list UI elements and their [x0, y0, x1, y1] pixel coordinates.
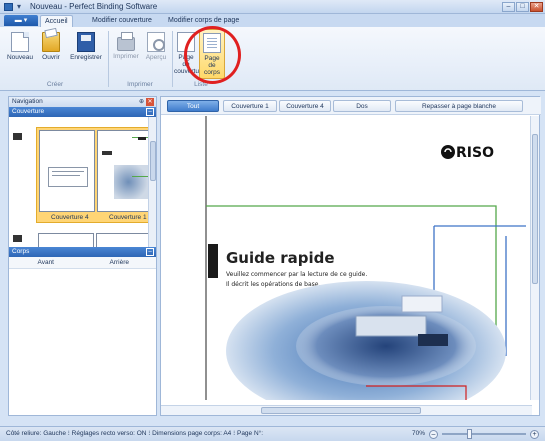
- tab-all[interactable]: Tout: [167, 100, 219, 112]
- save-button[interactable]: Enregistrer: [66, 29, 106, 79]
- reset-blank-page-button[interactable]: Repasser à page blanche: [395, 100, 523, 112]
- save-label: Enregistrer: [70, 54, 102, 61]
- heading-bar: [208, 244, 218, 278]
- app-icon[interactable]: [4, 3, 13, 11]
- tab-cover-4[interactable]: Couverture 4: [279, 100, 331, 112]
- ribbon: Nouveau Ouvrir Enregistrer Créer Imprime…: [0, 27, 545, 91]
- print-button[interactable]: Imprimer: [110, 29, 142, 79]
- document-horizontal-scrollbar[interactable]: [161, 405, 532, 415]
- zoom-out-icon[interactable]: –: [429, 429, 438, 439]
- body-columns: Avant Arrière: [9, 257, 156, 269]
- photo-printer-top: [355, 315, 427, 337]
- cover-4-line: [52, 171, 84, 172]
- body-section-title: Corps: [12, 248, 30, 255]
- zoom-control: 70% – +: [412, 427, 539, 441]
- cover-1-thumbnail[interactable]: [97, 130, 153, 212]
- window-controls: – □ ✕: [502, 2, 543, 12]
- cover-thumbnails: Couverture 4 Couverture 1: [9, 117, 156, 249]
- cover-1-caption: Couverture 1: [109, 214, 147, 221]
- column-back: Arrière: [109, 259, 129, 266]
- document-area: Tout Couverture 1 Couverture 4 Dos Repas…: [160, 96, 541, 416]
- cover-section-title: Couverture: [12, 108, 45, 115]
- minimize-icon[interactable]: –: [502, 2, 515, 12]
- body-section-header[interactable]: Corps –: [9, 247, 156, 257]
- new-button[interactable]: Nouveau: [4, 29, 36, 79]
- guide-heading: Guide rapide: [226, 249, 335, 267]
- maximize-icon[interactable]: □: [516, 2, 529, 12]
- navigation-pane: Navigation ⊕ ✕ Couverture – Couverture 4…: [8, 96, 157, 416]
- group-label-print: Imprimer: [127, 81, 153, 88]
- spread-marker-icon: [13, 235, 22, 242]
- cover-spread-selected[interactable]: Couverture 4 Couverture 1: [36, 127, 156, 223]
- tab-spine[interactable]: Dos: [333, 100, 391, 112]
- zoom-slider[interactable]: [442, 429, 526, 439]
- status-duplex: Réglages recto verso: ON: [71, 430, 147, 437]
- status-bar: Côté reliure: Gauche ⁝ Réglages recto ve…: [0, 426, 545, 441]
- collapse-icon[interactable]: –: [146, 248, 154, 256]
- zoom-value: 70%: [411, 430, 425, 437]
- status-binding: Côté reliure: Gauche: [6, 430, 66, 437]
- photo-control-panel: [418, 334, 448, 346]
- photo-tray: [401, 295, 443, 313]
- status-dimensions: Dimensions page corps: A4: [152, 430, 232, 437]
- tab-modifier-corps[interactable]: Modifier corps de page: [164, 15, 243, 27]
- group-separator: [172, 31, 173, 87]
- guide-line-1: Veuillez commencer par la lecture de ce …: [226, 271, 367, 278]
- quick-access-menu-icon[interactable]: ▾: [17, 3, 25, 11]
- cover-1-logo: [138, 137, 146, 140]
- page-canvas[interactable]: RISO Guide rapide Veuillez commencer par…: [166, 116, 528, 400]
- print-label: Imprimer: [113, 53, 139, 60]
- cover-4-thumbnail[interactable]: [39, 130, 95, 212]
- status-page: Page N°:: [236, 430, 264, 437]
- preview-label: Aperçu: [145, 54, 167, 61]
- save-disk-icon: [77, 32, 95, 52]
- guide-line-2: Il décrit les opérations de base.: [226, 281, 320, 288]
- navigation-title: Navigation: [12, 98, 43, 105]
- document-hscroll-thumb[interactable]: [261, 407, 421, 414]
- riso-logo: RISO: [441, 145, 494, 161]
- group-separator: [108, 31, 109, 87]
- ribbon-tab-bar: ▬ ▾ Accueil Modifier couverture Modifier…: [0, 14, 545, 27]
- cover-1-title-block: [102, 151, 112, 155]
- preview-button[interactable]: Aperçu: [142, 29, 170, 79]
- column-front: Avant: [37, 259, 54, 266]
- highlight-circle: [184, 26, 241, 84]
- title-bar: ▾ Nouveau - Perfect Binding Software – □…: [0, 0, 545, 14]
- spread-marker-icon: [13, 133, 22, 140]
- pin-icon[interactable]: ⊕: [139, 97, 144, 107]
- new-label: Nouveau: [6, 54, 34, 61]
- cover-scrollbar[interactable]: [148, 117, 156, 247]
- open-folder-icon: [42, 32, 60, 52]
- close-pane-icon[interactable]: ✕: [146, 98, 154, 106]
- riso-brand-text: RISO: [456, 145, 494, 161]
- app-window: ▾ Nouveau - Perfect Binding Software – □…: [0, 0, 545, 441]
- zoom-in-icon[interactable]: +: [530, 429, 539, 439]
- cover-scroll-thumb[interactable]: [150, 141, 156, 181]
- tab-modifier-couverture[interactable]: Modifier couverture: [88, 15, 156, 27]
- printer-icon: [117, 32, 135, 51]
- tab-cover-1[interactable]: Couverture 1: [223, 100, 277, 112]
- group-label-create: Créer: [46, 81, 64, 88]
- window-title: Nouveau - Perfect Binding Software: [30, 2, 158, 11]
- open-label: Ouvrir: [42, 54, 60, 61]
- file-menu-button[interactable]: ▬ ▾: [4, 15, 38, 26]
- open-button[interactable]: Ouvrir: [36, 29, 66, 79]
- navigation-header: Navigation ⊕ ✕: [9, 97, 156, 107]
- cover-4-caption: Couverture 4: [51, 214, 89, 221]
- cover-4-line: [52, 175, 80, 176]
- cover-page-render: RISO Guide rapide Veuillez commencer par…: [205, 116, 526, 400]
- preview-magnifier-icon: [147, 32, 165, 52]
- close-icon[interactable]: ✕: [530, 2, 543, 12]
- tab-accueil[interactable]: Accueil: [40, 15, 73, 27]
- collapse-icon[interactable]: –: [146, 108, 154, 116]
- cover-section-header[interactable]: Couverture –: [9, 107, 156, 117]
- zoom-slider-knob[interactable]: [467, 429, 472, 439]
- view-tab-bar: Tout Couverture 1 Couverture 4 Dos Repas…: [161, 97, 541, 115]
- new-document-icon: [11, 32, 29, 52]
- document-vscroll-thumb[interactable]: [532, 134, 538, 284]
- riso-logo-mark: [441, 145, 455, 159]
- cover-4-frame: [48, 167, 88, 187]
- document-vertical-scrollbar[interactable]: [530, 116, 539, 400]
